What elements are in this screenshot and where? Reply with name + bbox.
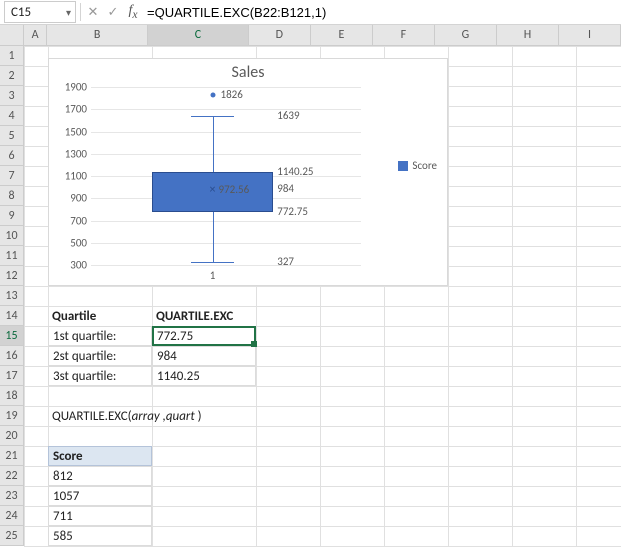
row-header[interactable]: 18	[0, 386, 23, 406]
select-all-corner[interactable]	[0, 25, 24, 46]
quartile-row-label: 3st quartile:	[48, 366, 152, 386]
column-header[interactable]: D	[249, 25, 311, 45]
row-header[interactable]: 3	[0, 86, 23, 106]
column-header[interactable]: C	[148, 25, 249, 45]
row-header[interactable]: 22	[0, 466, 23, 486]
column-header[interactable]: B	[47, 25, 148, 45]
chevron-down-icon[interactable]: ▾	[66, 6, 71, 19]
row-header[interactable]: 25	[0, 526, 23, 546]
cells-area[interactable]: Sales 30050070090011001300150017001900×9…	[24, 46, 621, 547]
data-label: 1140.25	[277, 165, 313, 178]
formula-bar: C15 ▾ ✕ ✓ fx	[0, 0, 621, 25]
cell-reference: C15	[11, 5, 31, 20]
y-tick: 300	[70, 259, 91, 272]
y-tick: 1700	[65, 103, 91, 116]
name-box[interactable]: C15 ▾	[4, 1, 76, 23]
score-value: 1057	[48, 486, 152, 506]
quartile-row-value: 772.75	[152, 326, 256, 346]
spreadsheet-grid[interactable]: ABCDEFGHI 123456789101112131415161718192…	[0, 25, 621, 547]
row-header[interactable]: 12	[0, 266, 23, 286]
score-value: 585	[48, 526, 152, 546]
row-header[interactable]: 2	[0, 66, 23, 86]
fx-icon[interactable]: fx	[123, 1, 143, 23]
row-header[interactable]: 21	[0, 446, 23, 466]
row-header[interactable]: 20	[0, 426, 23, 446]
cancel-icon[interactable]: ✕	[83, 1, 103, 23]
row-header[interactable]: 24	[0, 506, 23, 526]
quartile-row-label: 1st quartile:	[48, 326, 152, 346]
column-headers: ABCDEFGHI	[24, 25, 621, 46]
row-header[interactable]: 6	[0, 146, 23, 166]
y-tick: 1900	[65, 81, 91, 94]
quartile-header-right: QUARTILE.EXC	[152, 306, 256, 326]
column-header[interactable]: I	[559, 25, 621, 45]
legend-label: Score	[412, 159, 437, 172]
row-header[interactable]: 9	[0, 206, 23, 226]
row-header[interactable]: 11	[0, 246, 23, 266]
quartile-row-value: 1140.25	[152, 366, 256, 386]
syntax-hint: QUARTILE.EXC(array ,quart )	[48, 406, 348, 426]
row-header[interactable]: 19	[0, 406, 23, 426]
legend-swatch	[398, 161, 408, 171]
row-header[interactable]: 5	[0, 126, 23, 146]
row-header[interactable]: 23	[0, 486, 23, 506]
row-header[interactable]: 14	[0, 306, 23, 326]
chart-title: Sales	[49, 59, 447, 84]
quartile-header-left: Quartile	[48, 306, 152, 326]
data-label: 772.75	[277, 205, 308, 218]
row-header[interactable]: 7	[0, 166, 23, 186]
sales-chart[interactable]: Sales 30050070090011001300150017001900×9…	[48, 58, 448, 286]
column-header[interactable]: H	[497, 25, 559, 45]
data-label: 1639	[277, 109, 299, 122]
y-tick: 500	[70, 236, 91, 249]
mean-label: 972.56	[219, 183, 250, 196]
column-header[interactable]: G	[435, 25, 497, 45]
row-header[interactable]: 1	[0, 46, 23, 66]
column-header[interactable]: F	[373, 25, 435, 45]
chart-legend: Score	[398, 159, 437, 172]
plot-area: 30050070090011001300150017001900×972.561…	[91, 87, 361, 265]
formula-input[interactable]	[143, 1, 621, 23]
y-tick: 1500	[65, 125, 91, 138]
row-header[interactable]: 17	[0, 366, 23, 386]
column-header[interactable]: E	[311, 25, 373, 45]
score-value: 711	[48, 506, 152, 526]
row-header[interactable]: 4	[0, 106, 23, 126]
data-label: 327	[277, 255, 294, 268]
row-header[interactable]: 15	[0, 326, 23, 346]
y-tick: 1100	[65, 170, 91, 183]
y-tick: 700	[70, 214, 91, 227]
quartile-row-label: 2st quartile:	[48, 346, 152, 366]
row-headers: 1234567891011121314151617181920212223242…	[0, 46, 24, 546]
confirm-icon[interactable]: ✓	[103, 1, 123, 23]
row-header[interactable]: 10	[0, 226, 23, 246]
row-header[interactable]: 8	[0, 186, 23, 206]
score-header: Score	[48, 446, 152, 466]
score-value: 812	[48, 466, 152, 486]
row-header[interactable]: 16	[0, 346, 23, 366]
column-header[interactable]: A	[24, 25, 47, 45]
data-label: 984	[277, 182, 294, 195]
row-header[interactable]: 13	[0, 286, 23, 306]
y-tick: 900	[70, 192, 91, 205]
y-tick: 1300	[65, 147, 91, 160]
separator	[80, 3, 81, 21]
quartile-row-value: 984	[152, 346, 256, 366]
